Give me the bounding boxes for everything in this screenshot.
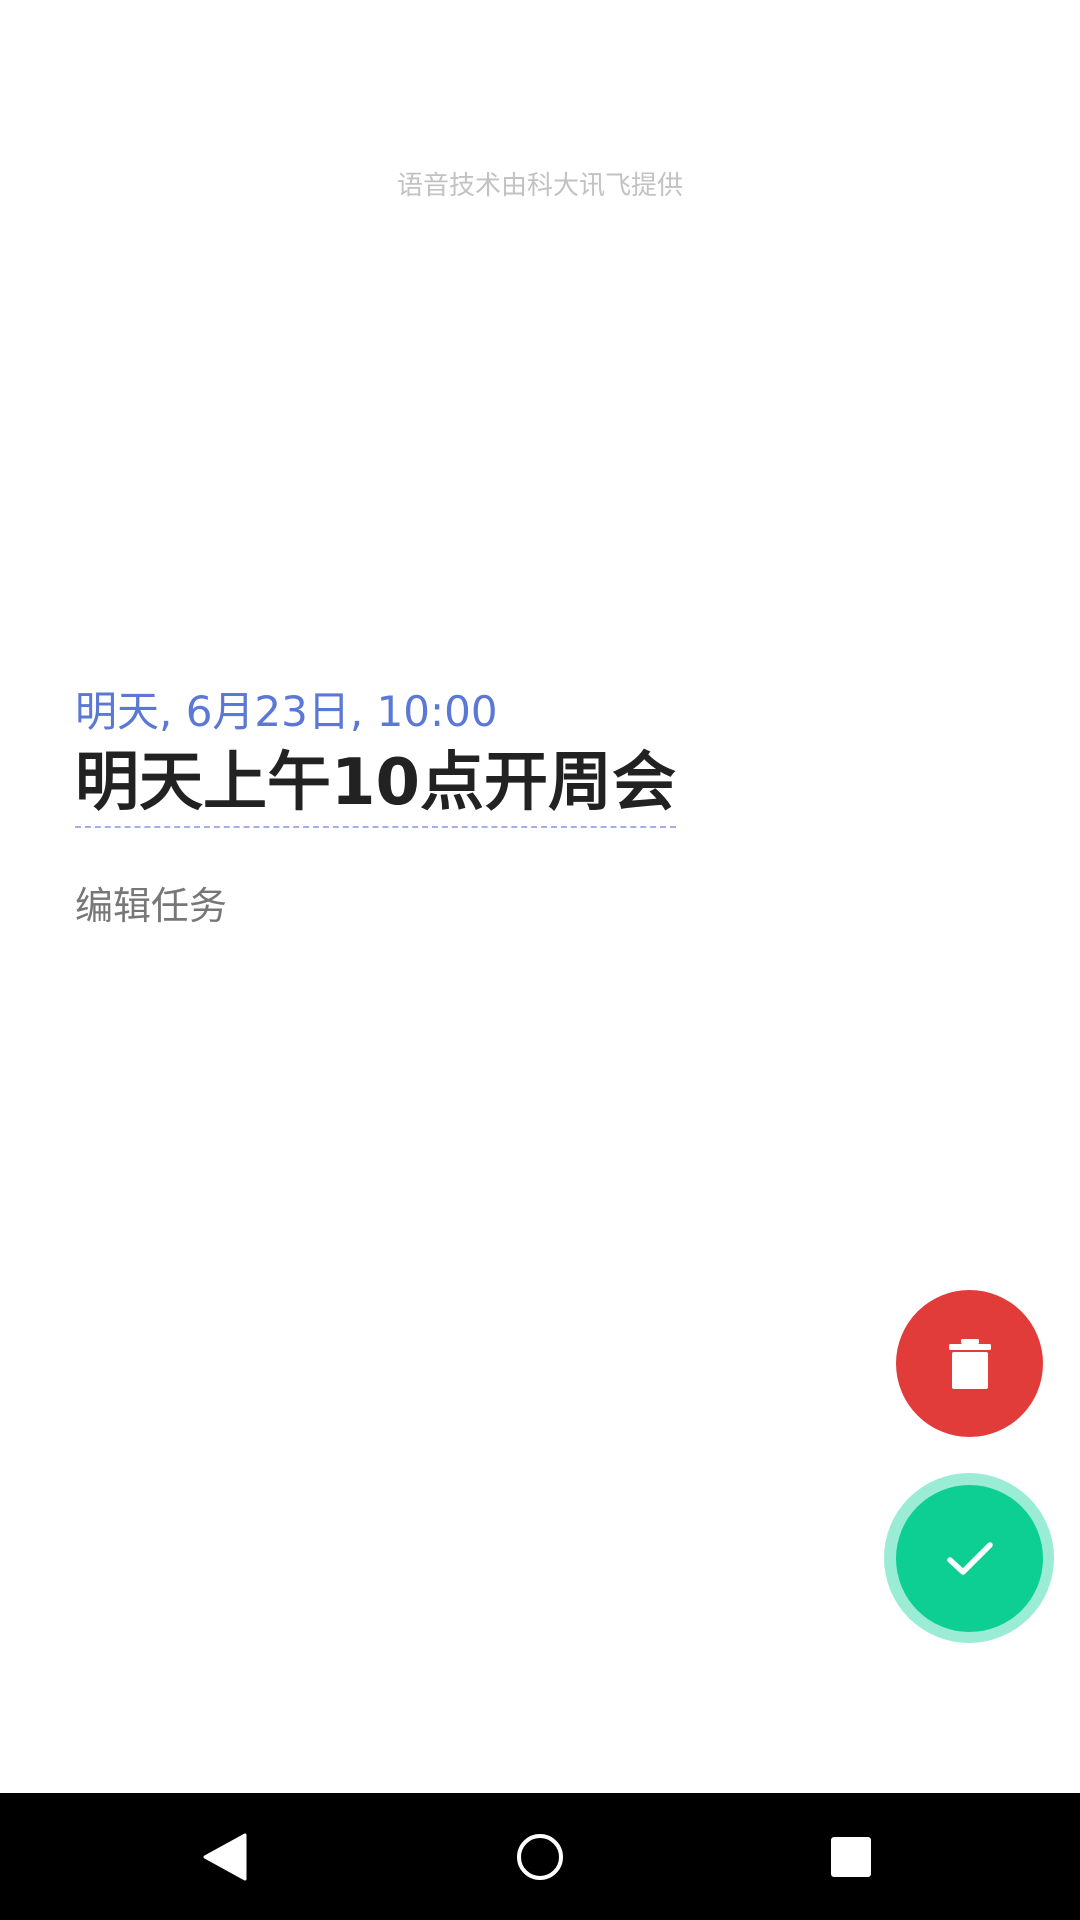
recents-button[interactable] xyxy=(815,1821,887,1893)
system-navigation-bar xyxy=(0,1793,1080,1920)
delete-button[interactable] xyxy=(896,1290,1043,1437)
check-icon xyxy=(946,1541,993,1575)
speech-credit-text: 语音技术由科大讯飞提供 xyxy=(396,171,683,201)
confirm-button[interactable] xyxy=(896,1485,1043,1632)
edit-task-link[interactable]: 编辑任务 xyxy=(75,880,227,932)
task-title[interactable]: 明天上午10点开周会 xyxy=(75,742,677,828)
back-triangle-icon xyxy=(203,1833,247,1881)
task-datetime[interactable]: 明天, 6月23日, 10:00 xyxy=(75,684,975,740)
home-button[interactable] xyxy=(504,1821,576,1893)
trash-icon xyxy=(948,1338,991,1389)
back-button[interactable] xyxy=(189,1821,261,1893)
task-block: 明天, 6月23日, 10:00 明天上午10点开周会 xyxy=(75,684,975,828)
recents-square-icon xyxy=(831,1837,871,1877)
home-circle-icon xyxy=(517,1834,563,1880)
